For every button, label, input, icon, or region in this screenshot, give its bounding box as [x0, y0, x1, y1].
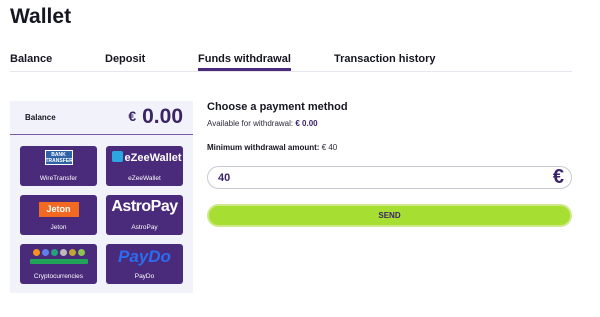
tab-transaction-history[interactable]: Transaction history	[334, 53, 435, 72]
minimum-withdrawal: Minimum withdrawal amount: € 40	[207, 143, 337, 152]
method-label: WireTransfer	[39, 175, 78, 182]
bank-transfer-logo: BANK TRANSFER	[44, 150, 73, 165]
method-label: Jeton	[50, 224, 67, 231]
balance-currency: €	[128, 108, 137, 124]
amount-field[interactable]: €	[207, 166, 572, 189]
tab-bar: Balance Deposit Funds withdrawal Transac…	[10, 53, 572, 72]
crypto-banner-icon	[29, 259, 88, 264]
method-label: Cryptocurrencies	[33, 273, 84, 280]
cryptocurrencies-logo	[29, 249, 88, 266]
balance-value: 0.00	[142, 105, 183, 128]
minimum-value: € 40	[321, 143, 338, 152]
crypto-coins-icon	[30, 249, 88, 256]
balance-amount: €0.00	[128, 105, 183, 129]
tab-funds-withdrawal[interactable]: Funds withdrawal	[198, 53, 291, 71]
ezeewallet-mark-icon	[111, 151, 123, 162]
choose-method-heading: Choose a payment method	[207, 101, 348, 113]
send-button[interactable]: SEND	[207, 204, 572, 227]
method-label: PayDo	[134, 273, 155, 280]
method-label: AstroPay	[131, 224, 158, 231]
astropay-logo: AstroPay	[111, 198, 178, 215]
ezeewallet-logo-text: eZeeWallet	[124, 152, 182, 164]
balance-label: Balance	[25, 113, 56, 122]
paydo-logo: PayDo	[118, 247, 171, 266]
minimum-label: Minimum withdrawal amount:	[207, 143, 320, 152]
available-label: Available for withdrawal:	[207, 119, 294, 128]
page-title: Wallet	[10, 5, 72, 28]
method-cryptocurrencies-button[interactable]: Cryptocurrencies	[20, 244, 97, 284]
amount-input[interactable]	[218, 169, 518, 186]
euro-icon: €	[552, 166, 564, 188]
method-jeton-button[interactable]: Jeton Jeton	[20, 195, 97, 235]
available-value: € 0.00	[295, 119, 318, 128]
method-astropay-button[interactable]: AstroPay AstroPay	[106, 195, 183, 235]
method-wiretransfer-button[interactable]: BANK TRANSFER WireTransfer	[20, 146, 97, 186]
method-ezeewallet-button[interactable]: eZeeWallet eZeeWallet	[106, 146, 183, 186]
payment-methods-panel: Balance €0.00 BANK TRANSFER WireTransfer…	[10, 101, 193, 293]
jeton-logo: Jeton	[38, 202, 79, 217]
tab-balance[interactable]: Balance	[10, 53, 52, 72]
method-paydo-button[interactable]: PayDo PayDo	[106, 244, 183, 284]
tab-deposit[interactable]: Deposit	[105, 53, 145, 72]
method-label: eZeeWallet	[128, 175, 161, 182]
balance-summary: Balance €0.00	[10, 101, 193, 135]
ezeewallet-logo: eZeeWallet	[111, 150, 182, 166]
available-for-withdrawal: Available for withdrawal: € 0.00	[207, 119, 318, 128]
